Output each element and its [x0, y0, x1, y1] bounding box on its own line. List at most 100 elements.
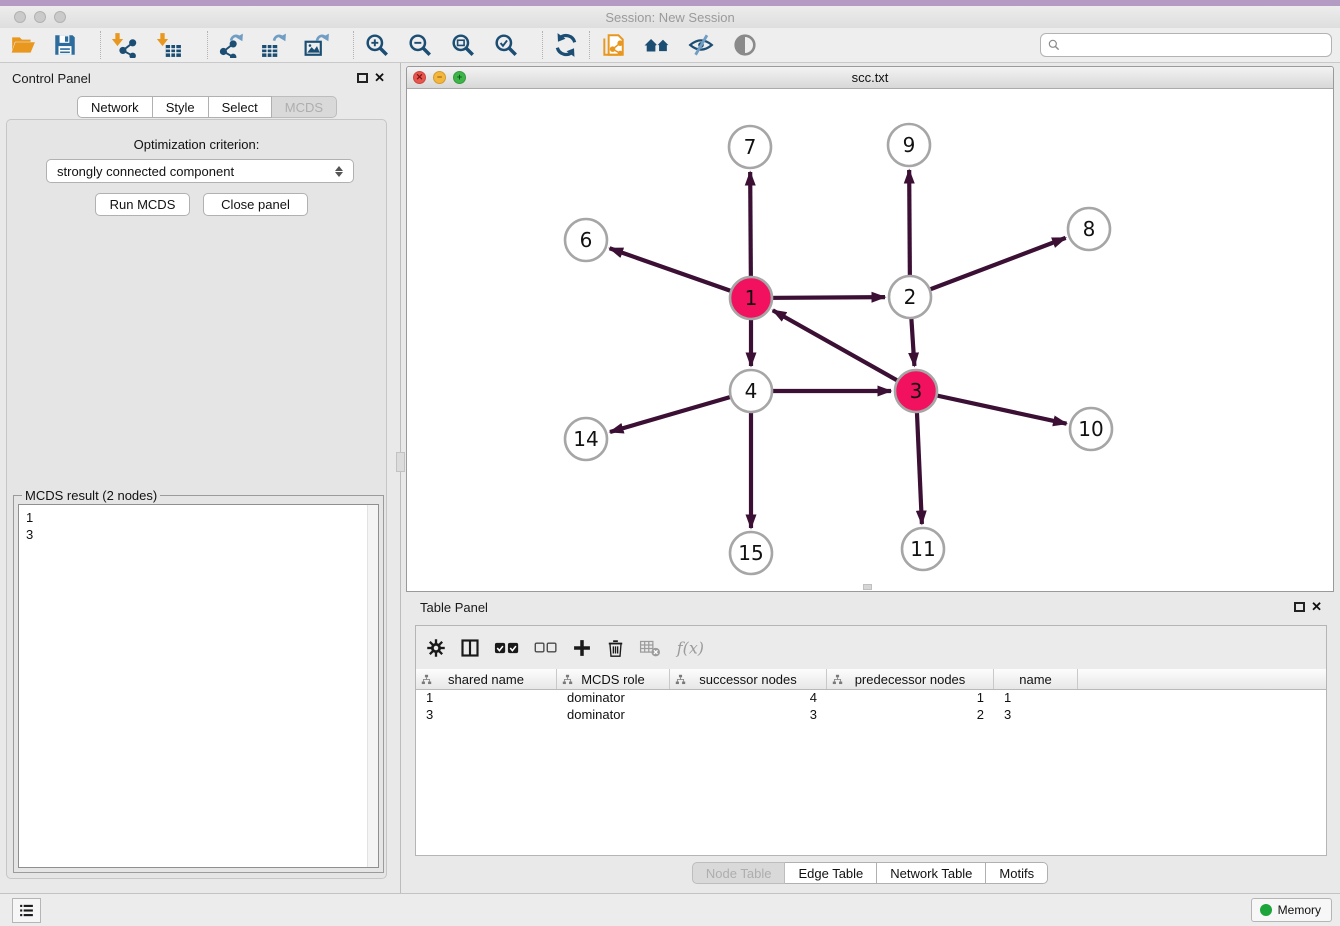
column-header-successor-nodes[interactable]: successor nodes — [670, 669, 827, 689]
graph-edge-3-1[interactable] — [773, 310, 916, 391]
show-graphics-details-button[interactable] — [730, 30, 760, 60]
criterion-value: strongly connected component — [57, 164, 234, 179]
result-scrollbar[interactable] — [367, 505, 378, 867]
close-panel-icon[interactable]: ✕ — [374, 71, 385, 85]
table-tab-network-table[interactable]: Network Table — [877, 862, 986, 884]
column-label: successor nodes — [699, 672, 797, 687]
network-resize-handle[interactable] — [863, 584, 872, 590]
zoom-selected-button[interactable] — [491, 30, 521, 60]
cell-predecessor-nodes[interactable]: 2 — [827, 707, 994, 724]
cell-successor-nodes[interactable]: 3 — [670, 707, 827, 724]
cell-mcds-role[interactable]: dominator — [557, 690, 670, 707]
duplicate-network-button[interactable] — [598, 30, 628, 60]
import-table-button[interactable] — [154, 30, 184, 60]
graph-node-8[interactable]: 8 — [1068, 208, 1110, 250]
open-session-button[interactable] — [8, 30, 38, 60]
delete-table-button[interactable] — [639, 639, 661, 657]
duplicate-network-icon — [600, 32, 626, 58]
tab-style[interactable]: Style — [153, 96, 209, 118]
function-builder-button[interactable]: f(x) — [675, 637, 705, 659]
export-network-icon — [218, 32, 244, 58]
graph-edge-2-8[interactable] — [910, 238, 1066, 297]
refresh-layout-button[interactable] — [551, 30, 581, 60]
svg-text:4: 4 — [745, 379, 758, 403]
table-float-icon[interactable] — [1294, 602, 1305, 612]
tab-mcds[interactable]: MCDS — [272, 96, 337, 118]
select-all-columns-button[interactable] — [494, 641, 520, 655]
panel-divider — [400, 63, 401, 893]
save-session-button[interactable] — [50, 30, 80, 60]
export-table-button[interactable] — [259, 30, 289, 60]
graph-node-4[interactable]: 4 — [730, 370, 772, 412]
table-tab-node-table[interactable]: Node Table — [692, 862, 786, 884]
svg-text:f(x): f(x) — [676, 638, 704, 657]
panel-divider-handle[interactable] — [396, 452, 405, 472]
graph-node-6[interactable]: 6 — [565, 219, 607, 261]
graph-node-14[interactable]: 14 — [565, 418, 607, 460]
zoom-fit-button[interactable] — [448, 30, 478, 60]
cell-name[interactable]: 1 — [994, 690, 1078, 707]
memory-button[interactable]: Memory — [1251, 898, 1332, 922]
delete-column-button[interactable] — [606, 637, 625, 658]
float-panel-icon[interactable] — [357, 73, 368, 83]
column-header-name[interactable]: name — [994, 669, 1078, 689]
graph-node-3[interactable]: 3 — [895, 370, 937, 412]
toolbar-separator — [542, 31, 543, 59]
column-label: MCDS role — [581, 672, 645, 687]
zoom-out-icon — [407, 32, 433, 58]
table-tab-motifs[interactable]: Motifs — [986, 862, 1048, 884]
graph-node-1[interactable]: 1 — [730, 277, 772, 319]
column-header-mcds-role[interactable]: MCDS role — [557, 669, 670, 689]
toolbar-separator — [100, 31, 101, 59]
first-neighbors-button[interactable] — [642, 30, 672, 60]
toolbar-separator — [589, 31, 590, 59]
table-close-icon[interactable]: ✕ — [1311, 600, 1322, 614]
optimization-criterion-select[interactable]: strongly connected component — [46, 159, 354, 183]
hide-selected-icon — [688, 32, 714, 58]
import-network-button[interactable] — [109, 30, 139, 60]
main-toolbar — [0, 28, 1340, 63]
cell-name[interactable]: 3 — [994, 707, 1078, 724]
column-label: predecessor nodes — [855, 672, 966, 687]
column-header-predecessor-nodes[interactable]: predecessor nodes — [827, 669, 994, 689]
cell-shared-name[interactable]: 3 — [416, 707, 557, 724]
optimization-criterion-label: Optimization criterion: — [7, 137, 386, 152]
export-network-button[interactable] — [216, 30, 246, 60]
column-header-shared-name[interactable]: shared name — [416, 669, 557, 689]
zoom-in-button[interactable] — [362, 30, 392, 60]
graph-node-7[interactable]: 7 — [729, 126, 771, 168]
tree-icon — [421, 673, 432, 688]
graph-node-10[interactable]: 10 — [1070, 408, 1112, 450]
status-bar: Memory — [0, 893, 1340, 926]
zoom-out-button[interactable] — [405, 30, 435, 60]
hide-selected-button[interactable] — [686, 30, 716, 60]
cell-mcds-role[interactable]: dominator — [557, 707, 670, 724]
close-panel-button[interactable]: Close panel — [203, 193, 308, 216]
table-panel-title: Table Panel — [420, 600, 488, 615]
unselect-all-columns-button[interactable] — [534, 641, 558, 654]
graph-edge-3-10[interactable] — [916, 391, 1067, 424]
graph-node-9[interactable]: 9 — [888, 124, 930, 166]
mcds-result-text[interactable]: 1 3 — [18, 504, 379, 868]
export-image-button[interactable] — [302, 30, 332, 60]
table-options-button[interactable] — [426, 638, 446, 658]
cell-predecessor-nodes[interactable]: 1 — [827, 690, 994, 707]
network-list-button[interactable] — [12, 898, 41, 923]
svg-text:11: 11 — [910, 537, 935, 561]
svg-text:8: 8 — [1083, 217, 1096, 241]
tab-select[interactable]: Select — [209, 96, 272, 118]
table-tab-edge-table[interactable]: Edge Table — [785, 862, 877, 884]
graph-node-2[interactable]: 2 — [889, 276, 931, 318]
graph-node-11[interactable]: 11 — [902, 528, 944, 570]
network-canvas[interactable]: 7 9 6 8 1 2 4 3 14 10 15 11 — [407, 89, 1333, 591]
cell-successor-nodes[interactable]: 4 — [670, 690, 827, 707]
search-box[interactable] — [1040, 33, 1332, 57]
add-column-button[interactable] — [572, 638, 592, 658]
tab-network[interactable]: Network — [77, 96, 153, 118]
search-input[interactable] — [1065, 38, 1325, 53]
run-mcds-button[interactable]: Run MCDS — [95, 193, 190, 216]
column-view-button[interactable] — [460, 638, 480, 658]
cell-shared-name[interactable]: 1 — [416, 690, 557, 707]
graph-node-15[interactable]: 15 — [730, 532, 772, 574]
graph-edge-1-6[interactable] — [610, 248, 751, 298]
